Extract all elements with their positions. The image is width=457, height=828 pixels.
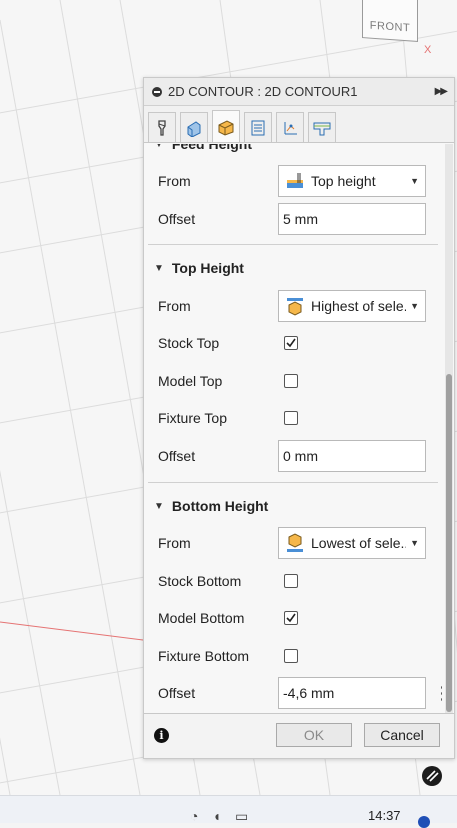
chevron-down-icon: ▼ — [410, 176, 419, 186]
highest-selection-icon — [285, 296, 305, 316]
feed-offset-row: Offset 5 mm — [158, 202, 442, 236]
checkmark-icon — [286, 338, 296, 348]
scrollbar-thumb[interactable] — [446, 374, 452, 712]
section-feed-height[interactable]: ▼ Feed Height — [154, 144, 442, 156]
passes-icon — [251, 120, 265, 135]
fixture-top-row: Fixture Top — [158, 401, 442, 435]
field-label: Fixture Bottom — [158, 648, 250, 664]
volume-icon[interactable]: ◖ — [212, 808, 220, 825]
lowest-selection-icon — [285, 533, 305, 553]
field-label: Stock Top — [158, 335, 220, 351]
linking-icon — [284, 121, 297, 134]
field-label: From — [158, 535, 191, 551]
top-height-icon — [285, 171, 305, 191]
field-label: Model Top — [158, 373, 223, 389]
bottom-offset-input[interactable]: -4,6 mm — [278, 677, 426, 709]
top-from-select[interactable]: Highest of sele... ▼ — [278, 290, 426, 322]
contour-dialog: 2D CONTOUR : 2D CONTOUR1 ▶▶ ▼ Feed Heigh… — [143, 77, 455, 759]
tab-linking[interactable] — [276, 112, 304, 142]
field-label: Offset — [158, 685, 196, 701]
stock-bottom-row: Stock Bottom — [158, 564, 442, 598]
feed-from-select[interactable]: Top height ▼ — [278, 165, 426, 197]
chevron-down-icon: ▼ — [410, 538, 419, 548]
dialog-titlebar[interactable]: 2D CONTOUR : 2D CONTOUR1 ▶▶ — [144, 78, 454, 106]
divider — [148, 482, 438, 483]
dialog-title: 2D CONTOUR : 2D CONTOUR1 — [168, 84, 358, 99]
model-bottom-checkbox[interactable] — [284, 611, 298, 625]
notification-icon[interactable] — [418, 816, 430, 828]
top-offset-row: Offset 0 mm — [158, 439, 442, 473]
post-process-icon — [313, 122, 331, 135]
bottom-from-select[interactable]: Lowest of sele... ▼ — [278, 527, 426, 559]
collapse-icon[interactable] — [152, 86, 162, 97]
battery-icon[interactable]: ▭ — [235, 808, 248, 825]
stock-top-checkbox[interactable] — [284, 336, 298, 350]
model-top-row: Model Top — [158, 364, 442, 398]
tab-geometry[interactable] — [180, 112, 208, 142]
dialog-scrollbar[interactable] — [445, 144, 453, 714]
bottom-from-row: From Lowest of sele... ▼ — [158, 526, 442, 560]
field-label: Model Bottom — [158, 610, 245, 626]
model-top-checkbox[interactable] — [284, 374, 298, 388]
section-title: Bottom Height — [171, 498, 269, 514]
tab-heights[interactable] — [212, 110, 240, 142]
field-label: From — [158, 173, 191, 189]
divider — [148, 244, 438, 245]
select-value: Lowest of sele... — [311, 535, 407, 551]
viewcube[interactable]: FRONT X — [356, 0, 436, 58]
tab-tool[interactable] — [148, 112, 176, 142]
field-label: Offset — [158, 211, 196, 227]
tool-icon — [158, 119, 166, 136]
ok-button[interactable]: OK — [276, 723, 352, 747]
taskbar: ◔ ◖ ▭ 14:37 — [0, 795, 457, 828]
tab-post[interactable] — [308, 112, 336, 142]
network-icon[interactable]: ◔ — [190, 808, 198, 825]
model-bottom-row: Model Bottom — [158, 601, 442, 635]
top-from-row: From Highest of sele... ▼ — [158, 289, 442, 323]
stock-bottom-checkbox[interactable] — [284, 574, 298, 588]
field-label: Stock Bottom — [158, 573, 242, 589]
dialog-body[interactable]: ▼ Feed Height From Top height ▼ Offset 5… — [144, 144, 442, 714]
viewcube-front-face[interactable]: FRONT — [362, 0, 418, 42]
geometry-icon — [187, 120, 201, 137]
navigation-icon[interactable] — [422, 766, 442, 786]
expand-arrow-icon: ▼ — [154, 262, 164, 274]
section-top-height[interactable]: ▼ Top Height — [154, 256, 442, 280]
bottom-offset-row: Offset -4,6 mm — [158, 676, 442, 710]
field-label: Offset — [158, 448, 196, 464]
dialog-footer: i OK Cancel — [144, 713, 454, 758]
top-offset-input[interactable]: 0 mm — [278, 440, 426, 472]
section-title: Top Height — [171, 260, 244, 276]
chevron-down-icon: ▼ — [410, 301, 419, 311]
field-label: From — [158, 298, 191, 314]
feed-offset-input[interactable]: 5 mm — [278, 203, 426, 235]
axis-x-label: X — [424, 44, 432, 56]
stock-top-row: Stock Top — [158, 326, 442, 360]
expand-arrow-icon: ▼ — [154, 144, 164, 150]
section-title: Feed Height — [171, 144, 253, 152]
section-bottom-height[interactable]: ▼ Bottom Height — [154, 494, 442, 518]
checkmark-icon — [286, 613, 296, 623]
select-value: Top height — [311, 173, 376, 189]
select-value: Highest of sele... — [311, 298, 407, 314]
fixture-bottom-checkbox[interactable] — [284, 649, 298, 663]
taskbar-clock[interactable]: 14:37 — [368, 808, 401, 823]
cancel-button[interactable]: Cancel — [364, 723, 440, 747]
more-options-icon[interactable] — [440, 685, 442, 701]
feed-from-row: From Top height ▼ — [158, 164, 442, 198]
heights-icon — [218, 119, 234, 136]
fixture-bottom-row: Fixture Bottom — [158, 639, 442, 673]
system-tray[interactable]: ◔ ◖ ▭ — [190, 808, 248, 825]
dialog-tabs — [144, 106, 454, 143]
tab-passes[interactable] — [244, 112, 272, 142]
double-chevron-right-icon[interactable]: ▶▶ — [435, 86, 448, 97]
fixture-top-checkbox[interactable] — [284, 411, 298, 425]
field-label: Fixture Top — [158, 410, 227, 426]
expand-arrow-icon: ▼ — [154, 500, 164, 512]
info-icon[interactable]: i — [154, 728, 169, 743]
